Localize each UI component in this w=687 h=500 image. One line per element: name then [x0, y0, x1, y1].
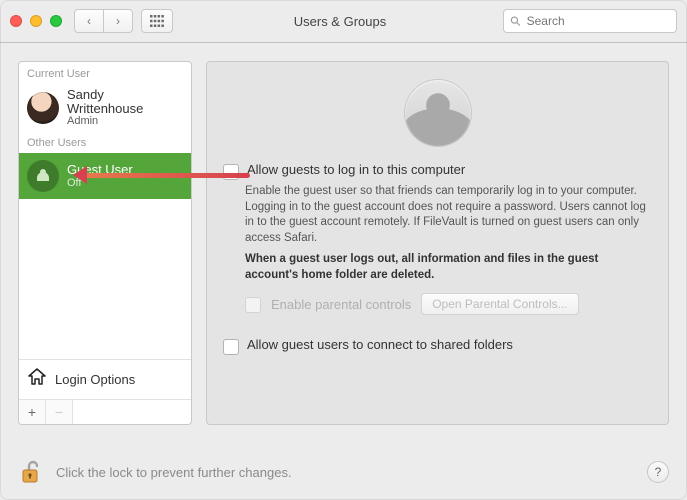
forward-button[interactable]: ›	[103, 9, 133, 33]
allow-shared-folders-label: Allow guest users to connect to shared f…	[247, 337, 513, 352]
house-icon	[27, 368, 47, 391]
guest-user-row[interactable]: Guest User Off	[19, 153, 191, 199]
open-parental-controls-button: Open Parental Controls...	[421, 293, 578, 315]
search-field[interactable]	[525, 13, 670, 29]
avatar-placeholder-icon[interactable]	[405, 80, 471, 146]
window-title: Users & Groups	[177, 14, 503, 29]
close-icon[interactable]	[10, 15, 22, 27]
zoom-icon[interactable]	[50, 15, 62, 27]
main-panel: Allow guests to log in to this computer …	[206, 61, 669, 425]
login-options-label: Login Options	[55, 372, 135, 387]
lock-text: Click the lock to prevent further change…	[56, 465, 292, 480]
users-sidebar: Current User Sandy Writtenhouse Admin Ot…	[18, 61, 192, 425]
other-users-header: Other Users	[19, 131, 191, 153]
add-user-button[interactable]: +	[19, 400, 46, 424]
parental-controls-label: Enable parental controls	[271, 297, 411, 312]
guest-user-icon	[27, 160, 59, 192]
current-user-name: Sandy Writtenhouse	[67, 88, 183, 115]
search-icon	[510, 15, 521, 27]
allow-guest-login-option[interactable]: Allow guests to log in to this computer	[223, 162, 652, 180]
lock-button[interactable]	[18, 458, 46, 486]
current-user-row[interactable]: Sandy Writtenhouse Admin	[19, 84, 191, 131]
guest-user-name: Guest User	[67, 163, 133, 177]
nav-buttons: ‹ ›	[74, 9, 133, 33]
parental-controls-row: Enable parental controls Open Parental C…	[245, 293, 652, 315]
allow-guest-login-description: Enable the guest user so that friends ca…	[245, 184, 652, 246]
window-controls	[10, 15, 62, 27]
search-input[interactable]	[503, 9, 677, 33]
allow-guest-login-label: Allow guests to log in to this computer	[247, 162, 465, 177]
allow-guest-login-warning: When a guest user logs out, all informat…	[245, 252, 652, 283]
avatar	[27, 92, 59, 124]
footer: Click the lock to prevent further change…	[18, 458, 669, 486]
allow-shared-folders-option[interactable]: Allow guest users to connect to shared f…	[223, 337, 652, 355]
login-options-button[interactable]: Login Options	[19, 359, 191, 399]
allow-shared-folders-checkbox[interactable]	[223, 339, 239, 355]
add-remove-row: + −	[19, 399, 191, 424]
parental-controls-checkbox	[245, 297, 261, 313]
remove-user-button[interactable]: −	[46, 400, 73, 424]
current-user-header: Current User	[19, 62, 191, 84]
guest-user-status: Off	[67, 177, 133, 189]
back-button[interactable]: ‹	[74, 9, 104, 33]
lock-open-icon	[20, 459, 44, 485]
show-all-button[interactable]	[141, 9, 173, 33]
help-button[interactable]: ?	[647, 461, 669, 483]
minimize-icon[interactable]	[30, 15, 42, 27]
titlebar: ‹ › Users & Groups	[0, 0, 687, 43]
current-user-role: Admin	[67, 115, 183, 127]
allow-guest-login-checkbox[interactable]	[223, 164, 239, 180]
